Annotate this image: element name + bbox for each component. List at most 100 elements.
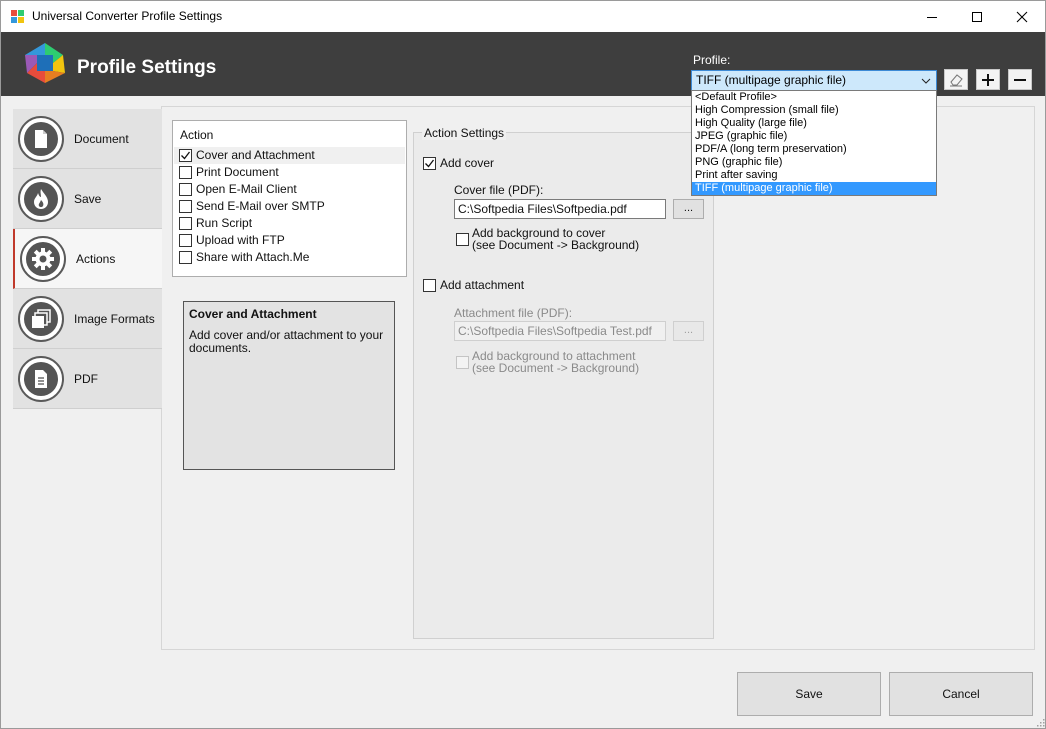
action-checkbox[interactable] xyxy=(179,217,192,230)
tab-icon-disc xyxy=(24,122,58,156)
tab-actions[interactable]: Actions xyxy=(13,229,162,289)
tab-document[interactable]: Document xyxy=(13,109,162,169)
action-label: Print Document xyxy=(196,165,279,179)
action-item-attach-me[interactable]: Share with Attach.Me xyxy=(174,249,405,266)
cancel-button[interactable]: Cancel xyxy=(889,672,1033,716)
cover-background-label: Add background to cover (see Document ->… xyxy=(472,227,639,251)
action-description-box: Cover and Attachment Add cover and/or at… xyxy=(183,301,395,470)
tab-image-formats[interactable]: Image Formats xyxy=(13,289,162,349)
action-label: Run Script xyxy=(196,216,253,230)
cover-file-input[interactable]: C:\Softpedia Files\Softpedia.pdf xyxy=(454,199,666,219)
save-button[interactable]: Save xyxy=(737,672,881,716)
attachment-background-line2: (see Document -> Background) xyxy=(472,361,640,375)
action-checkbox[interactable] xyxy=(179,149,192,162)
profile-select[interactable]: TIFF (multipage graphic file) xyxy=(691,70,937,91)
add-cover-label: Add cover xyxy=(440,156,495,170)
close-icon xyxy=(1016,11,1028,22)
logo-icon xyxy=(25,43,65,83)
title-bar: Universal Converter Profile Settings xyxy=(1,1,1045,32)
profile-option[interactable]: PNG (graphic file) xyxy=(692,156,936,169)
action-item-run-script[interactable]: Run Script xyxy=(174,215,405,232)
action-settings-legend: Action Settings xyxy=(422,126,507,140)
attachment-background-checkbox[interactable] xyxy=(456,356,469,369)
document-icon xyxy=(35,130,47,148)
add-attachment-label: Add attachment xyxy=(440,278,525,292)
header-bar: Profile Settings Profile: TIFF (multipag… xyxy=(1,32,1045,96)
maximize-icon xyxy=(972,11,982,22)
profile-dropdown-list: <Default Profile> High Compression (smal… xyxy=(691,90,937,196)
cover-background-checkbox[interactable] xyxy=(456,233,469,246)
cover-background-line2: (see Document -> Background) xyxy=(472,238,640,252)
tab-icon-disc xyxy=(26,242,60,276)
image-stack-icon xyxy=(32,309,51,328)
add-profile-button[interactable] xyxy=(976,69,1000,90)
remove-profile-button[interactable] xyxy=(1008,69,1032,90)
profile-selected-value: TIFF (multipage graphic file) xyxy=(696,73,847,87)
description-title: Cover and Attachment xyxy=(189,307,317,321)
action-list: Action Cover and Attachment Print Docume… xyxy=(172,120,407,277)
pdf-file-icon xyxy=(35,370,47,388)
tab-icon-frame xyxy=(18,356,64,402)
checkmark-icon xyxy=(425,159,435,168)
action-checkbox[interactable] xyxy=(179,234,192,247)
close-button[interactable] xyxy=(999,1,1045,32)
action-item-open-email[interactable]: Open E-Mail Client xyxy=(174,181,405,198)
tab-icon-frame xyxy=(18,296,64,342)
tab-icon-frame xyxy=(18,116,64,162)
action-item-upload-ftp[interactable]: Upload with FTP xyxy=(174,232,405,249)
action-checkbox[interactable] xyxy=(179,251,192,264)
maximize-button[interactable] xyxy=(954,1,1000,32)
tab-icon-disc xyxy=(24,182,58,216)
tab-label: Image Formats xyxy=(74,312,155,326)
action-item-print-document[interactable]: Print Document xyxy=(174,164,405,181)
action-list-header: Action xyxy=(180,128,214,142)
app-window: Universal Converter Profile Settings Pro… xyxy=(0,0,1046,729)
attachment-browse-button[interactable]: ... xyxy=(673,321,704,341)
tab-label: PDF xyxy=(74,372,98,386)
action-label: Share with Attach.Me xyxy=(196,250,310,264)
flame-icon xyxy=(34,189,48,209)
profile-option[interactable]: JPEG (graphic file) xyxy=(692,130,936,143)
page-title: Profile Settings xyxy=(77,57,217,78)
rename-profile-button[interactable] xyxy=(944,69,968,90)
resize-grip-icon[interactable] xyxy=(1035,717,1045,727)
profile-option[interactable]: <Default Profile> xyxy=(692,91,936,104)
plus-icon xyxy=(982,73,994,86)
profile-option[interactable]: Print after saving xyxy=(692,169,936,182)
action-label: Open E-Mail Client xyxy=(196,182,297,196)
action-checkbox[interactable] xyxy=(179,200,192,213)
description-text: Add cover and/or attachment to your docu… xyxy=(189,328,384,355)
tab-icon-frame xyxy=(20,236,66,282)
tab-strip: Document Save Actions Image Formats PDF xyxy=(13,109,162,412)
action-item-send-smtp[interactable]: Send E-Mail over SMTP xyxy=(174,198,405,215)
tab-label: Actions xyxy=(76,252,116,266)
tab-icon-frame xyxy=(18,176,64,222)
cover-browse-button[interactable]: ... xyxy=(673,199,704,219)
action-checkbox[interactable] xyxy=(179,183,192,196)
action-label: Upload with FTP xyxy=(196,233,285,247)
app-icon xyxy=(11,10,24,23)
add-attachment-checkbox[interactable] xyxy=(423,279,436,292)
add-cover-checkbox[interactable] xyxy=(423,157,436,170)
tab-pdf[interactable]: PDF xyxy=(13,349,162,409)
profile-option[interactable]: High Quality (large file) xyxy=(692,117,936,130)
profile-option[interactable]: PDF/A (long term preservation) xyxy=(692,143,936,156)
chevron-down-icon xyxy=(921,78,931,84)
minimize-button[interactable] xyxy=(909,1,955,32)
tab-label: Save xyxy=(74,192,102,206)
cover-file-label: Cover file (PDF): xyxy=(454,183,544,197)
minus-icon xyxy=(1014,78,1026,81)
attachment-file-input[interactable]: C:\Softpedia Files\Softpedia Test.pdf xyxy=(454,321,666,341)
profile-label: Profile: xyxy=(693,53,731,67)
checkmark-icon xyxy=(181,151,191,160)
attachment-background-label: Add background to attachment (see Docume… xyxy=(472,350,639,374)
action-checkbox[interactable] xyxy=(179,166,192,179)
gear-icon xyxy=(32,248,54,270)
action-item-cover-attachment[interactable]: Cover and Attachment xyxy=(174,147,405,164)
profile-option[interactable]: High Compression (small file) xyxy=(692,104,936,117)
tab-save[interactable]: Save xyxy=(13,169,162,229)
profile-option-selected[interactable]: TIFF (multipage graphic file) xyxy=(692,182,936,195)
action-label: Cover and Attachment xyxy=(196,148,315,162)
window-title: Universal Converter Profile Settings xyxy=(32,9,223,23)
tab-icon-disc xyxy=(24,302,58,336)
